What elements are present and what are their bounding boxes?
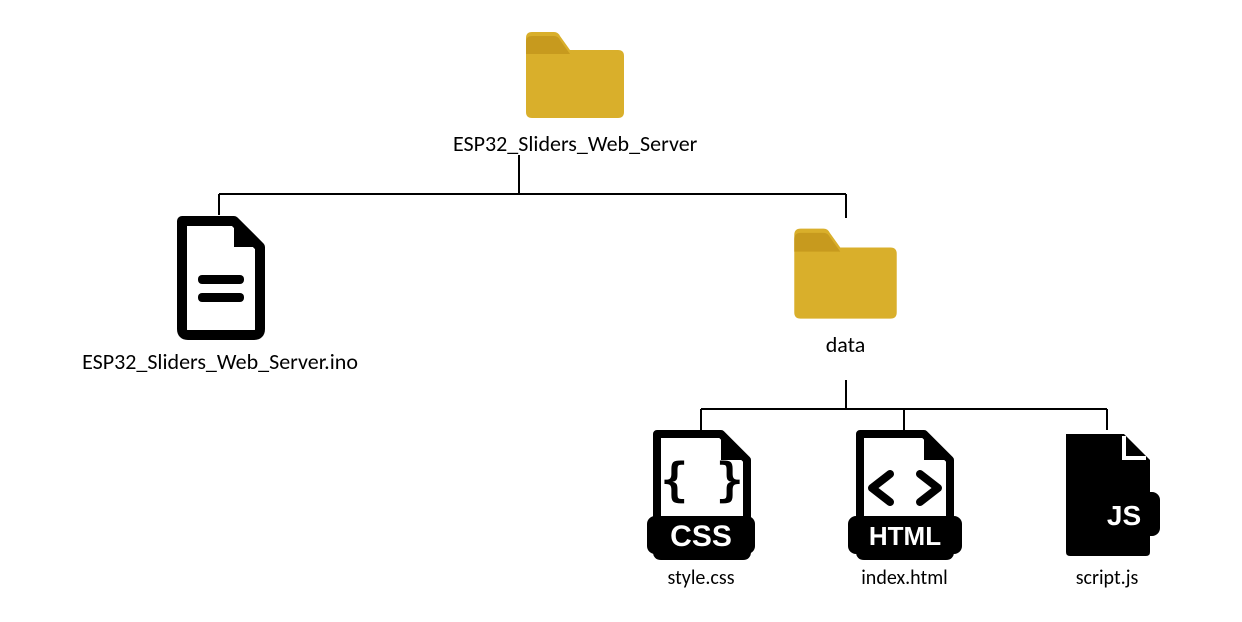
file-js-icon: JS [1054, 430, 1160, 560]
css-file-node: { } CSS style.css [641, 430, 761, 590]
folder-icon [520, 22, 630, 122]
js-badge-text: JS [1107, 500, 1141, 531]
ino-file-node: ESP32_Sliders_Web_Server.ino [60, 215, 380, 375]
file-text-icon [168, 215, 273, 340]
js-file-label: script.js [1076, 566, 1139, 590]
css-file-label: style.css [667, 566, 734, 590]
root-folder-node: ESP32_Sliders_Web_Server [453, 22, 697, 157]
css-badge-text: CSS [670, 520, 732, 553]
file-css-icon: { } CSS [641, 430, 761, 560]
file-html-icon: HTML [842, 430, 967, 560]
ino-file-label: ESP32_Sliders_Web_Server.ino [82, 348, 358, 375]
data-folder-node: data [788, 218, 903, 358]
html-file-node: HTML index.html [842, 430, 967, 590]
data-folder-label: data [826, 331, 866, 358]
root-folder-label: ESP32_Sliders_Web_Server [453, 130, 697, 157]
html-badge-text: HTML [869, 521, 941, 551]
folder-icon [788, 218, 903, 323]
svg-text:{ }: { } [660, 453, 743, 507]
html-file-label: index.html [861, 566, 948, 590]
js-file-node: JS script.js [1054, 430, 1160, 590]
